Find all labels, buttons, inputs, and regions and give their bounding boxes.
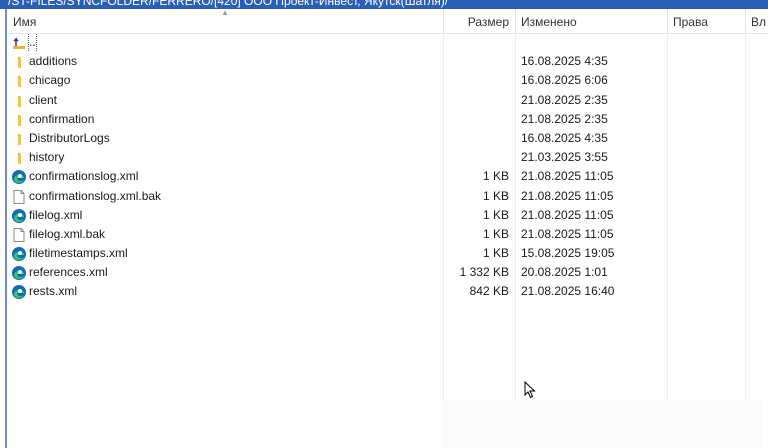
file-size: 1 KB xyxy=(482,188,509,203)
file-size xyxy=(443,71,509,90)
sort-ascending-icon: ▲ xyxy=(221,8,229,17)
file-modified: 20.08.2025 1:01 xyxy=(521,265,608,280)
file-name: .. xyxy=(28,33,37,52)
file-size: 1 332 KB xyxy=(459,265,509,280)
folder-row[interactable]: confirmation 21.08.2025 2:35 xyxy=(7,110,768,129)
file-name: client xyxy=(29,92,58,107)
file-name-cell: .. xyxy=(11,33,441,52)
file-size: 1 KB xyxy=(482,207,509,222)
parent-folder-icon xyxy=(11,35,27,51)
file-modified: 21.08.2025 11:05 xyxy=(521,226,614,241)
file-row[interactable]: filetimestamps.xml 1 KB 15.08.2025 19:05 xyxy=(7,244,768,263)
column-rights-header[interactable]: Права xyxy=(673,9,743,33)
file-modified: 21.08.2025 2:35 xyxy=(521,92,608,107)
folder-row[interactable]: additions 16.08.2025 4:35 xyxy=(7,52,768,71)
file-name: filelog.xml.bak xyxy=(29,226,106,241)
edge-icon xyxy=(11,246,27,262)
file-name-cell: rests.xml xyxy=(11,282,441,301)
file-name: DistributorLogs xyxy=(29,130,110,145)
file-name: rests.xml xyxy=(29,284,77,299)
folder-row[interactable]: client 21.08.2025 2:35 xyxy=(7,91,768,110)
file-name-cell: DistributorLogs xyxy=(11,129,441,148)
column-header: Имя ▲ Размер Изменено Права Вл xyxy=(7,8,768,34)
file-icon xyxy=(11,189,27,205)
file-row[interactable]: rests.xml 842 KB 21.08.2025 16:40 xyxy=(7,282,768,301)
column-owner-header[interactable]: Вл xyxy=(751,9,768,33)
file-size xyxy=(443,148,509,167)
file-size: 842 KB xyxy=(469,284,509,299)
folder-row[interactable]: .. xyxy=(7,33,768,52)
file-name-cell: history xyxy=(11,148,441,167)
folder-icon xyxy=(11,73,27,89)
folder-row[interactable]: chicago 16.08.2025 6:06 xyxy=(7,71,768,90)
file-name-cell: client xyxy=(11,91,441,110)
file-modified: 16.08.2025 4:35 xyxy=(521,130,608,145)
file-name-cell: filelog.xml.bak xyxy=(11,225,441,244)
file-size: 1 KB xyxy=(482,226,509,241)
column-divider[interactable] xyxy=(515,9,516,33)
file-modified: 21.08.2025 11:05 xyxy=(521,207,614,222)
file-modified: 21.08.2025 16:40 xyxy=(521,284,615,299)
file-name-cell: filelog.xml xyxy=(11,206,441,225)
file-name: chicago xyxy=(29,73,71,88)
file-name-cell: chicago xyxy=(11,71,441,90)
file-size: 1 KB xyxy=(482,246,509,261)
file-name: confirmationslog.xml xyxy=(29,169,139,184)
file-size: 1 KB xyxy=(482,169,509,184)
file-size xyxy=(443,129,509,148)
folder-row[interactable]: history 21.03.2025 3:55 xyxy=(7,148,768,167)
file-name: confirmation xyxy=(29,111,95,126)
file-name: confirmationslog.xml.bak xyxy=(29,188,162,203)
edge-icon xyxy=(11,169,27,185)
file-name: filelog.xml xyxy=(29,207,83,222)
current-path: /ST-FILES/SYNCFOLDER/FERRERO/[420] ООО П… xyxy=(8,0,449,8)
folder-icon xyxy=(11,150,27,166)
edge-icon xyxy=(11,208,27,224)
file-name: filetimestamps.xml xyxy=(29,246,128,261)
file-name-cell: filetimestamps.xml xyxy=(11,244,441,263)
file-modified: 15.08.2025 19:05 xyxy=(521,246,615,261)
column-size-header[interactable]: Размер xyxy=(443,9,509,33)
folder-icon xyxy=(11,54,27,70)
empty-area xyxy=(442,400,762,448)
edge-icon xyxy=(11,265,27,281)
file-size xyxy=(443,91,509,110)
file-row[interactable]: confirmationslog.xml 1 KB 21.08.2025 11:05 xyxy=(7,167,768,186)
file-name: additions xyxy=(29,54,78,69)
file-icon xyxy=(11,227,27,243)
file-modified: 16.08.2025 6:06 xyxy=(521,73,608,88)
file-size xyxy=(443,110,509,129)
file-row[interactable]: filelog.xml.bak 1 KB 21.08.2025 11:05 xyxy=(7,225,768,244)
folder-icon xyxy=(11,131,27,147)
file-name-cell: confirmationslog.xml.bak xyxy=(11,187,441,206)
folder-icon xyxy=(11,93,27,109)
edge-icon xyxy=(11,284,27,300)
mouse-cursor-icon xyxy=(524,381,536,399)
file-row[interactable]: references.xml 1 332 KB 20.08.2025 1:01 xyxy=(7,263,768,282)
file-row[interactable]: confirmationslog.xml.bak 1 KB 21.08.2025 1… xyxy=(7,187,768,206)
file-modified: 21.08.2025 11:05 xyxy=(521,188,614,203)
folder-icon xyxy=(11,112,27,128)
file-list: .. additions 16.08.2025 4:35 chicago 16.08.2… xyxy=(7,33,768,302)
file-row[interactable]: filelog.xml 1 KB 21.08.2025 11:05 xyxy=(7,206,768,225)
file-name-cell: additions xyxy=(11,52,441,71)
file-name-cell: confirmation xyxy=(11,110,441,129)
file-name: references.xml xyxy=(29,265,108,280)
column-divider[interactable] xyxy=(745,9,746,33)
file-name-cell: confirmationslog.xml xyxy=(11,167,441,186)
file-name-cell: references.xml xyxy=(11,263,441,282)
file-modified xyxy=(521,33,671,52)
file-modified: 16.08.2025 4:35 xyxy=(521,54,608,69)
file-name: history xyxy=(29,150,65,165)
column-modified-header[interactable]: Изменено xyxy=(521,9,669,33)
file-size xyxy=(443,52,509,71)
column-divider[interactable] xyxy=(667,9,668,33)
path-bar: /ST-FILES/SYNCFOLDER/FERRERO/[420] ООО П… xyxy=(0,0,768,9)
file-modified: 21.08.2025 11:05 xyxy=(521,169,614,184)
file-modified: 21.08.2025 2:35 xyxy=(521,111,608,126)
folder-row[interactable]: DistributorLogs 16.08.2025 4:35 xyxy=(7,129,768,148)
file-size xyxy=(443,33,509,52)
file-modified: 21.03.2025 3:55 xyxy=(521,150,608,165)
